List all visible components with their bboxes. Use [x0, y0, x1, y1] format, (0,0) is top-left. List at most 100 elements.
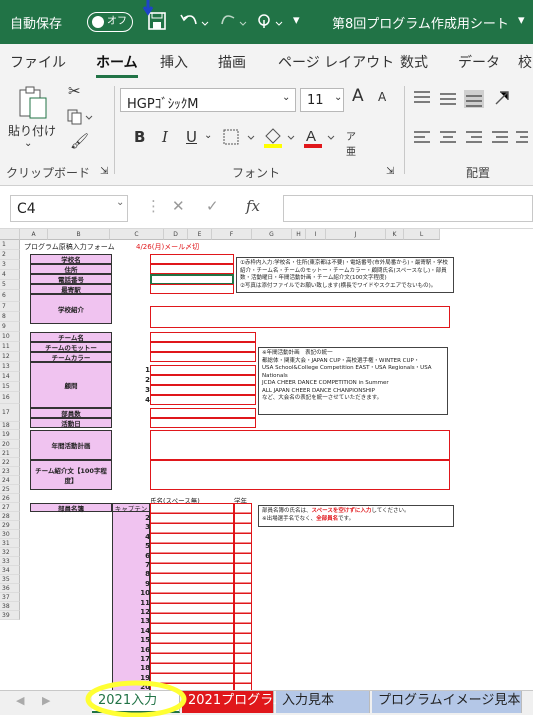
input-team-motto[interactable]	[150, 342, 256, 352]
row-header-26[interactable]: 26	[0, 494, 20, 503]
column-header-K[interactable]: K	[386, 229, 404, 240]
column-header-E[interactable]: E	[188, 229, 212, 240]
row-header-21[interactable]: 21	[0, 449, 20, 458]
sheet-tab-2021-program[interactable]: 2021プログラム	[182, 691, 286, 713]
row-header-34[interactable]: 34	[0, 566, 20, 575]
font-name-dropdown-icon[interactable]: ⌄	[282, 92, 290, 103]
input-school-intro[interactable]	[150, 306, 450, 328]
redo-icon[interactable]	[218, 12, 248, 32]
grow-font-icon[interactable]: A	[352, 86, 364, 106]
row-header-1[interactable]: 1	[0, 240, 20, 250]
row-header-22[interactable]: 22	[0, 458, 20, 467]
row-header-37[interactable]: 37	[0, 593, 20, 602]
column-header-D[interactable]: D	[164, 229, 188, 240]
title-dropdown-icon[interactable]: ▾	[518, 13, 525, 28]
scroll-tabs-right-icon[interactable]: ▶	[42, 694, 50, 707]
column-header-C[interactable]: C	[110, 229, 164, 240]
bold-button[interactable]: B	[134, 128, 145, 146]
row-header-23[interactable]: 23	[0, 467, 20, 476]
row-header-14[interactable]: 14	[0, 372, 20, 382]
borders-icon[interactable]	[222, 128, 258, 148]
input-school-name[interactable]	[150, 254, 234, 264]
shrink-font-icon[interactable]: A	[378, 90, 386, 104]
tab-file[interactable]: ファイル	[10, 52, 66, 72]
enter-icon[interactable]: ✓	[206, 197, 219, 215]
row-header-12[interactable]: 12	[0, 352, 20, 362]
row-header-25[interactable]: 25	[0, 485, 20, 494]
tab-page-layout[interactable]: ページ レイアウト	[278, 52, 394, 72]
cancel-icon[interactable]: ✕	[172, 197, 185, 215]
row-header-10[interactable]: 10	[0, 332, 20, 342]
row-header-38[interactable]: 38	[0, 602, 20, 611]
phonetic-icon[interactable]: ア亜	[346, 128, 356, 158]
member-name-inputs[interactable]	[150, 503, 234, 690]
input-activity-days[interactable]	[150, 418, 256, 428]
underline-button[interactable]: U	[186, 128, 197, 146]
row-header-33[interactable]: 33	[0, 557, 20, 566]
input-team-intro[interactable]	[150, 460, 450, 490]
row-header-18[interactable]: 18	[0, 422, 20, 430]
column-header-F[interactable]: F	[212, 229, 252, 240]
tab-data[interactable]: データ	[458, 52, 500, 72]
row-header-8[interactable]: 8	[0, 312, 20, 322]
font-launcher-icon[interactable]: ⇲	[386, 166, 394, 177]
font-size-dropdown-icon[interactable]: ⌄	[334, 92, 342, 103]
column-header-I[interactable]: I	[306, 229, 326, 240]
paste-dropdown-icon[interactable]: ⌄	[24, 138, 32, 149]
row-header-13[interactable]: 13	[0, 362, 20, 372]
worksheet[interactable]: ABCDEFGHIJKL 1 2 3 4 5 6 7 8 9 10 11 12 13 14 15 16 17 18…	[0, 229, 533, 690]
column-header-A[interactable]: A	[20, 229, 48, 240]
column-header-G[interactable]: G	[252, 229, 292, 240]
tab-insert[interactable]: 挿入	[160, 52, 188, 72]
row-header-4[interactable]: 4	[0, 270, 20, 280]
underline-dropdown-icon[interactable]: ⌄	[204, 130, 212, 141]
row-header-5[interactable]: 5	[0, 280, 20, 290]
input-station[interactable]	[150, 284, 234, 294]
row-header-2[interactable]: 2	[0, 250, 20, 260]
row-header-11[interactable]: 11	[0, 342, 20, 352]
paste-icon[interactable]	[16, 84, 50, 120]
input-member-count[interactable]	[150, 408, 256, 418]
row-header-30[interactable]: 30	[0, 530, 20, 539]
input-team-name[interactable]	[150, 332, 256, 342]
row-header-24[interactable]: 24	[0, 476, 20, 485]
name-box-dropdown-icon[interactable]: ⌄	[116, 197, 124, 208]
formula-input[interactable]	[283, 195, 533, 222]
member-grade-inputs[interactable]	[234, 503, 252, 690]
row-header-15[interactable]: 15	[0, 382, 20, 392]
input-advisor-3[interactable]	[150, 385, 256, 395]
column-header-L[interactable]: L	[404, 229, 440, 240]
row-header-9[interactable]: 9	[0, 322, 20, 332]
input-address[interactable]	[150, 264, 234, 274]
input-advisor-4[interactable]	[150, 395, 256, 405]
tab-home[interactable]: ホーム	[96, 52, 138, 78]
paste-button[interactable]: 貼り付け	[8, 122, 56, 139]
fill-color-icon[interactable]	[262, 126, 298, 150]
input-team-color[interactable]	[150, 352, 256, 362]
row-header-7[interactable]: 7	[0, 302, 20, 312]
clipboard-launcher-icon[interactable]: ⇲	[100, 166, 108, 177]
name-box[interactable]: C4	[10, 195, 128, 222]
copy-icon[interactable]	[66, 108, 96, 126]
input-advisor-1[interactable]	[150, 365, 256, 375]
row-header-20[interactable]: 20	[0, 440, 20, 449]
font-name-select[interactable]: HGPｺﾞｼｯｸM	[120, 88, 296, 112]
tab-review[interactable]: 校	[518, 52, 532, 72]
font-color-icon[interactable]: A	[302, 126, 338, 150]
tab-draw[interactable]: 描画	[218, 52, 246, 72]
row-header-19[interactable]: 19	[0, 430, 20, 440]
scroll-tabs-left-icon[interactable]: ◀	[16, 694, 24, 707]
sheet-tab-program-image-sample[interactable]: プログラムイメージ見本	[372, 691, 522, 713]
row-header-6[interactable]: 6	[0, 290, 20, 302]
touch-mode-icon[interactable]	[256, 12, 286, 32]
insert-function-icon[interactable]: fx	[246, 197, 260, 215]
input-advisor-2[interactable]	[150, 375, 256, 385]
row-header-36[interactable]: 36	[0, 584, 20, 593]
row-header-27[interactable]: 27	[0, 503, 20, 512]
row-header-3[interactable]: 3	[0, 260, 20, 270]
sheet-tab-input-sample[interactable]: 入力見本	[276, 691, 370, 713]
undo-icon[interactable]	[180, 12, 210, 32]
italic-button[interactable]: I	[162, 128, 168, 146]
column-header-H[interactable]: H	[292, 229, 306, 240]
row-header-17[interactable]: 17	[0, 404, 20, 422]
